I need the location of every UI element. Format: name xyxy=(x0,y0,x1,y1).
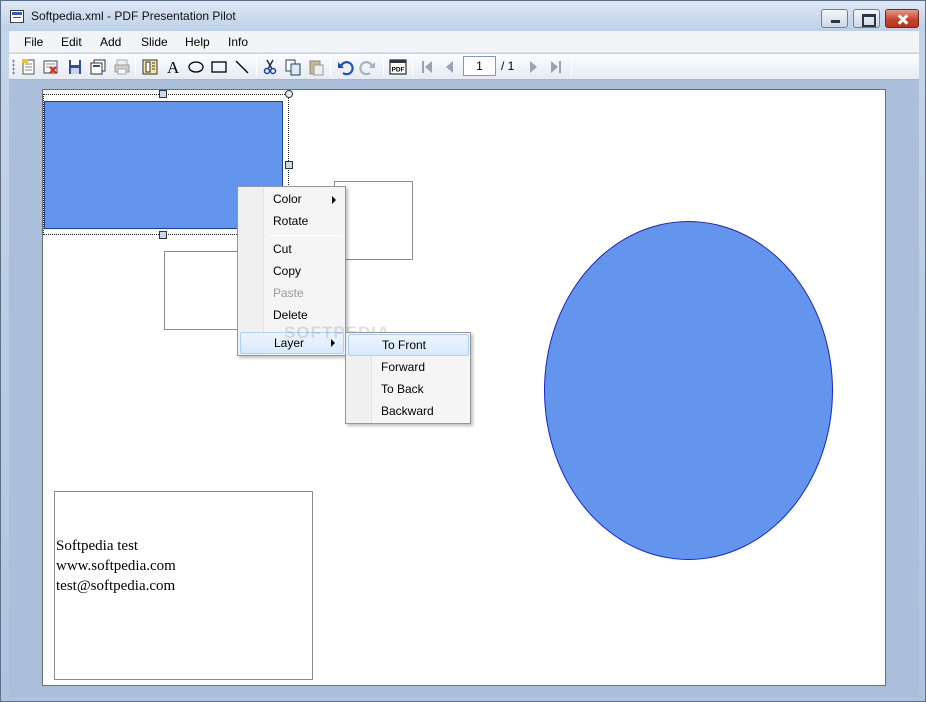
menu-slide[interactable]: Slide xyxy=(141,35,168,49)
cut-icon[interactable] xyxy=(261,58,279,76)
rectangle-icon[interactable] xyxy=(210,58,228,76)
menu-item-rotate[interactable]: Rotate xyxy=(240,210,344,232)
menu-item-label: To Back xyxy=(381,382,424,396)
menu-help[interactable]: Help xyxy=(185,35,210,49)
line-icon[interactable] xyxy=(233,58,251,76)
submenu-arrow-icon xyxy=(332,196,336,204)
resize-handle-top[interactable] xyxy=(159,90,167,98)
menu-file[interactable]: File xyxy=(24,35,43,49)
menu-item-label: Rotate xyxy=(273,214,309,228)
ellipse-icon[interactable] xyxy=(187,58,205,76)
app-window: Softpedia.xml - PDF Presentation Pilot F… xyxy=(0,0,926,702)
menu-item-label: Paste xyxy=(273,286,304,300)
text-box-shape[interactable]: Softpedia test www.softpedia.com test@so… xyxy=(54,491,313,680)
page-total-label: / 1 xyxy=(501,59,515,73)
title-bar[interactable]: Softpedia.xml - PDF Presentation Pilot xyxy=(1,1,925,31)
minimize-button[interactable] xyxy=(821,9,848,28)
new-icon[interactable] xyxy=(20,58,38,76)
toolbar-separator xyxy=(256,58,257,76)
menu-item-label: To Front xyxy=(382,338,427,352)
text-line: Softpedia test xyxy=(56,538,139,554)
menu-item-cut[interactable]: Cut xyxy=(240,238,344,260)
text-line: test@softpedia.com xyxy=(56,578,176,594)
menu-item-backward[interactable]: Backward xyxy=(348,400,469,422)
redo-icon[interactable] xyxy=(359,58,377,76)
first-page-icon[interactable] xyxy=(418,58,436,76)
copy-icon[interactable] xyxy=(284,58,302,76)
menu-item-paste: Paste xyxy=(240,282,344,304)
toolbar-separator xyxy=(135,58,136,76)
toolbar-separator xyxy=(330,58,331,76)
menu-item-to-back[interactable]: To Back xyxy=(348,378,469,400)
toolbar-separator xyxy=(571,58,572,76)
toolbar-grip[interactable] xyxy=(12,59,15,75)
menu-separator xyxy=(268,235,343,236)
menu-add[interactable]: Add xyxy=(100,35,121,49)
svg-text:A: A xyxy=(167,58,180,76)
resize-handle-right[interactable] xyxy=(285,161,293,169)
text-icon[interactable]: A xyxy=(164,58,182,76)
last-page-icon[interactable] xyxy=(547,58,565,76)
menu-item-label: Backward xyxy=(381,404,434,418)
menu-item-label: Copy xyxy=(273,264,302,278)
menu-item-copy[interactable]: Copy xyxy=(240,260,344,282)
empty-rectangle-shape[interactable] xyxy=(164,251,244,330)
toolbar-separator xyxy=(383,58,384,76)
menu-item-color[interactable]: Color xyxy=(240,188,344,210)
menu-info[interactable]: Info xyxy=(228,35,248,49)
resize-handle-bottom[interactable] xyxy=(159,231,167,239)
menu-bar: File Edit Add Slide Help Info xyxy=(9,31,919,53)
ellipse-shape[interactable] xyxy=(544,221,833,560)
menu-item-label: Forward xyxy=(381,360,426,374)
layout-icon[interactable] xyxy=(141,58,159,76)
window-title: Softpedia.xml - PDF Presentation Pilot xyxy=(31,9,236,23)
app-icon[interactable] xyxy=(10,10,24,23)
next-page-icon[interactable] xyxy=(524,58,542,76)
menu-edit[interactable]: Edit xyxy=(61,35,82,49)
close-file-icon[interactable] xyxy=(42,58,60,76)
page-number-input[interactable]: 1 xyxy=(463,56,496,76)
undo-icon[interactable] xyxy=(336,58,354,76)
pdf-icon[interactable]: PDF xyxy=(389,58,407,76)
save-icon[interactable] xyxy=(66,58,84,76)
previous-page-icon[interactable] xyxy=(441,58,459,76)
toolbar-separator xyxy=(412,58,413,76)
text-line: www.softpedia.com xyxy=(56,558,176,574)
maximize-button[interactable] xyxy=(853,9,880,28)
menu-item-forward[interactable]: Forward xyxy=(348,356,469,378)
save-all-icon[interactable] xyxy=(89,58,107,76)
paste-icon[interactable] xyxy=(307,58,325,76)
menu-item-label: Color xyxy=(273,192,302,206)
menu-item-to-front[interactable]: To Front xyxy=(348,334,469,356)
rotate-handle[interactable] xyxy=(285,90,293,98)
menu-item-label: Cut xyxy=(273,242,292,256)
close-button[interactable] xyxy=(885,9,919,28)
menu-item-label: Delete xyxy=(273,308,308,322)
layer-submenu: To Front Forward To Back Backward xyxy=(345,332,471,424)
svg-text:PDF: PDF xyxy=(392,67,405,74)
print-icon[interactable] xyxy=(113,58,131,76)
